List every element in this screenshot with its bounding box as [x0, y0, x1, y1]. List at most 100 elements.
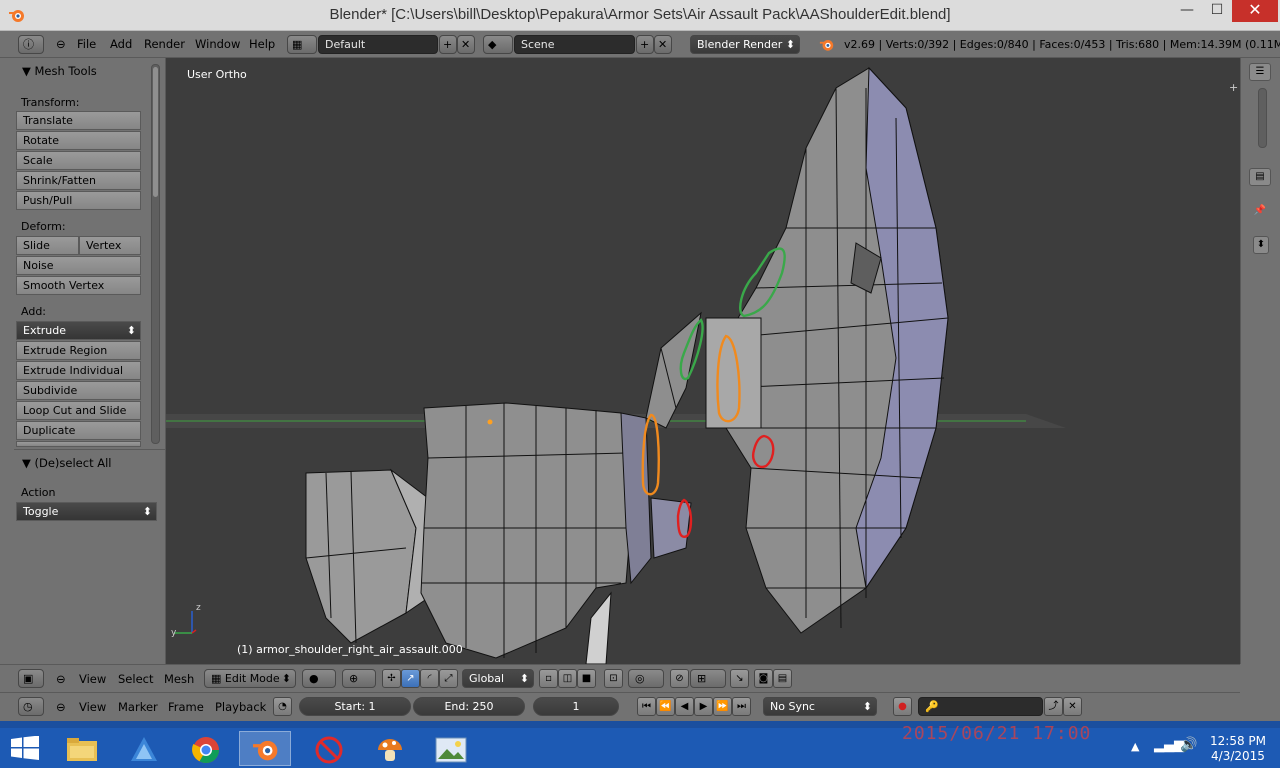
add-screen-icon[interactable]: + [439, 35, 457, 54]
face-select-icon[interactable]: ■ [577, 669, 596, 688]
collapse-menus-icon[interactable]: ⊖ [56, 31, 66, 58]
tool-shelf-scrollbar[interactable] [151, 64, 160, 444]
extrude-region-button[interactable]: Extrude Region [16, 341, 141, 360]
menu-marker[interactable]: Marker [118, 693, 158, 721]
editor-type-3dview-icon[interactable]: ▣ [18, 669, 44, 688]
mushroom-app-taskbar-item[interactable] [362, 731, 414, 766]
vertex-select-icon[interactable]: ▫ [539, 669, 558, 688]
transform-orientation-dropdown[interactable]: Global ⬍ [462, 669, 534, 688]
snap-element-dropdown[interactable]: ⊞ [690, 669, 726, 688]
pivot-point-dropdown[interactable]: ⊕ [342, 669, 376, 688]
menu-view[interactable]: View [79, 693, 106, 721]
volume-icon[interactable]: 🔊 [1180, 737, 1197, 753]
menu-view[interactable]: View [79, 665, 106, 694]
menu-select[interactable]: Select [118, 665, 153, 694]
record-icon[interactable]: ● [893, 697, 912, 716]
translate-button[interactable]: Translate [16, 111, 141, 130]
system-clock[interactable]: 12:58 PM 4/3/2015 [1210, 734, 1266, 764]
context-dropdown-icon[interactable]: ⬍ [1253, 236, 1269, 254]
extrude-dropdown[interactable]: Extrude ⬍ [16, 321, 141, 340]
sync-dropdown[interactable]: No Sync ⬍ [763, 697, 877, 716]
menu-window[interactable]: Window [195, 31, 240, 58]
menu-playback[interactable]: Playback [215, 693, 266, 721]
outliner-icon[interactable]: ☰ [1249, 63, 1271, 81]
manipulator-toggle-icon[interactable]: ✢ [382, 669, 401, 688]
menu-add[interactable]: Add [110, 31, 132, 58]
region-expand-icon[interactable]: + [1229, 81, 1238, 94]
opengl-render-icon[interactable]: ↘ [730, 669, 749, 688]
jump-end-icon[interactable]: ⏭ [732, 697, 751, 716]
editor-type-info-icon[interactable]: ⓘ [18, 35, 44, 54]
rotate-manipulator-icon[interactable]: ◜ [420, 669, 439, 688]
collapse-menus-icon[interactable]: ⊖ [56, 693, 66, 721]
screen-layout-field[interactable]: Default [318, 35, 438, 54]
action-dropdown[interactable]: Toggle ⬍ [16, 502, 157, 521]
end-frame-field[interactable]: End: 250 [413, 697, 525, 716]
delete-keyframe-icon[interactable]: ✕ [1063, 697, 1082, 716]
jump-start-icon[interactable]: ⏮ [637, 697, 656, 716]
translate-manipulator-icon[interactable]: ↗ [401, 669, 420, 688]
duplicate-button[interactable]: Duplicate [16, 421, 141, 440]
pin-icon[interactable]: 📌 [1249, 203, 1271, 221]
slide-edge-button[interactable]: Slide Edge [16, 236, 79, 269]
blender-taskbar-item[interactable] [239, 731, 291, 766]
menu-render[interactable]: Render [144, 31, 185, 58]
3d-viewport[interactable]: + z y User Ortho (1) armor_shoulder_righ… [166, 58, 1240, 664]
jump-keyframe-forward-icon[interactable]: ⏩ [713, 697, 732, 716]
properties-icon[interactable]: ▤ [1249, 168, 1271, 186]
mesh-tools-panel-header[interactable]: ▼ Mesh Tools [22, 64, 97, 78]
delete-screen-icon[interactable]: ✕ [457, 35, 475, 54]
minimize-button[interactable]: — [1172, 0, 1202, 22]
right-scrollbar[interactable] [1258, 88, 1267, 148]
show-hidden-icons-icon[interactable]: ▲ [1131, 740, 1139, 753]
menu-file[interactable]: File [77, 31, 96, 58]
render-engine-dropdown[interactable]: Blender Render ⬍ [690, 35, 800, 54]
edge-select-icon[interactable]: ◫ [558, 669, 577, 688]
menu-frame[interactable]: Frame [168, 693, 204, 721]
menu-help[interactable]: Help [249, 31, 275, 58]
vertex-slide-button[interactable]: Vertex [79, 236, 141, 255]
proportional-edit-dropdown[interactable]: ◎ [628, 669, 664, 688]
editor-type-timeline-icon[interactable]: ◷ [18, 697, 44, 716]
app-taskbar-item[interactable] [116, 731, 168, 766]
start-frame-field[interactable]: Start: 1 [299, 697, 411, 716]
scrollbar-thumb[interactable] [153, 67, 158, 197]
render-animation-icon[interactable]: ▤ [773, 669, 792, 688]
render-image-icon[interactable]: ◙ [754, 669, 773, 688]
windows-start-icon[interactable] [11, 736, 39, 760]
extrude-individual-button[interactable]: Extrude Individual [16, 361, 141, 380]
smooth-vertex-button[interactable]: Smooth Vertex [16, 276, 141, 295]
push-pull-button[interactable]: Push/Pull [16, 191, 141, 210]
viewport-shading-dropdown[interactable]: ● [302, 669, 336, 688]
deselect-all-panel-header[interactable]: ▼ (De)select All [22, 456, 112, 470]
scale-manipulator-icon[interactable]: ⤢ [439, 669, 458, 688]
keying-set-field[interactable]: 🔑 [918, 697, 1043, 716]
insert-keyframe-icon[interactable]: ⤴ [1044, 697, 1063, 716]
close-button[interactable]: ✕ [1232, 0, 1278, 22]
chrome-taskbar-item[interactable] [178, 731, 230, 766]
play-icon[interactable]: ▶ [694, 697, 713, 716]
subdivide-button[interactable]: Subdivide [16, 381, 141, 400]
play-reverse-icon[interactable]: ◀ [675, 697, 694, 716]
noise-button[interactable]: Noise [16, 256, 141, 275]
collapse-menus-icon[interactable]: ⊖ [56, 665, 66, 694]
add-scene-icon[interactable]: + [636, 35, 654, 54]
scene-icon[interactable]: ◆ [483, 35, 513, 54]
scene-field[interactable]: Scene [514, 35, 635, 54]
current-frame-field[interactable]: 1 [533, 697, 619, 716]
rotate-button[interactable]: Rotate [16, 131, 141, 150]
preview-range-icon[interactable]: ◔ [273, 697, 292, 716]
maximize-button[interactable]: ☐ [1202, 0, 1232, 22]
shrink-fatten-button[interactable]: Shrink/Fatten [16, 171, 141, 190]
jump-keyframe-back-icon[interactable]: ⏪ [656, 697, 675, 716]
blocked-app-taskbar-item[interactable] [301, 731, 353, 766]
snap-toggle-icon[interactable]: ⊘ [670, 669, 689, 688]
file-explorer-taskbar-item[interactable] [55, 731, 107, 766]
screen-layout-icon[interactable]: ▦ [287, 35, 317, 54]
delete-scene-icon[interactable]: ✕ [654, 35, 672, 54]
scale-button[interactable]: Scale [16, 151, 141, 170]
loop-cut-and-slide-button[interactable]: Loop Cut and Slide [16, 401, 141, 420]
menu-mesh[interactable]: Mesh [164, 665, 194, 694]
mode-dropdown[interactable]: ▦ Edit Mode ⬍ [204, 669, 296, 688]
photos-taskbar-item[interactable] [424, 731, 476, 766]
